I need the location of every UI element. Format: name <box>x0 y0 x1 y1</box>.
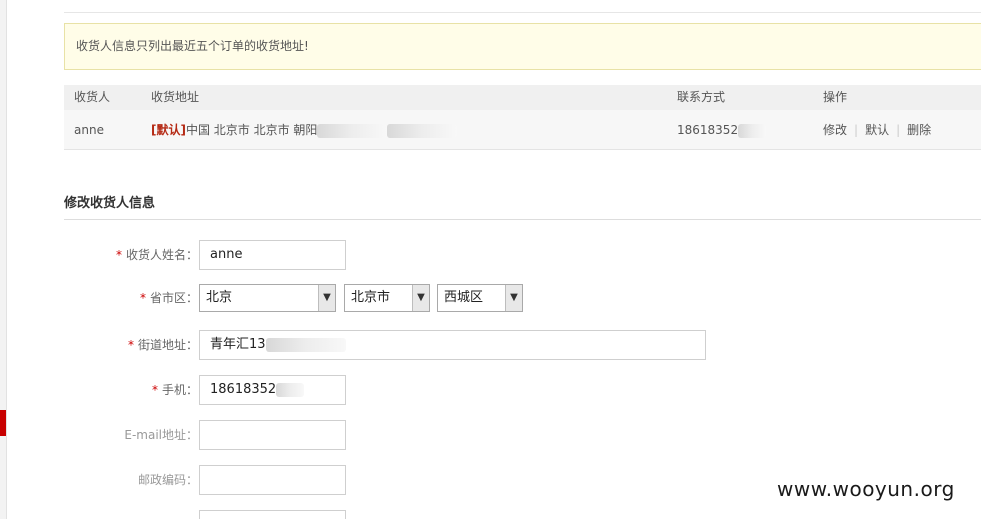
required-mark: * <box>115 248 122 262</box>
street-value: 青年汇13 <box>210 337 266 352</box>
mobile-label: * 手机： <box>152 375 198 405</box>
chevron-down-icon: ▼ <box>412 285 429 311</box>
table-row: anne [默认]中国 北京市 北京市 朝阳 18618352 修改 | 默认 | 删除 <box>64 110 981 150</box>
row-actions: 修改 | 默认 | 删除 <box>823 110 931 150</box>
mobile-label-text: 手机： <box>161 383 198 397</box>
header-receiver: 收货人 <box>74 90 111 104</box>
region-label: * 省市区： <box>140 283 198 313</box>
chevron-down-icon: ▼ <box>318 285 335 311</box>
name-label-text: 收货人姓名： <box>125 248 198 262</box>
email-input[interactable] <box>199 420 346 450</box>
province-select[interactable]: 北京 ▼ <box>199 284 336 312</box>
action-separator: | <box>854 123 859 137</box>
district-select[interactable]: 西城区 ▼ <box>437 284 523 312</box>
region-label-text: 省市区： <box>149 291 198 305</box>
rail-active-marker <box>0 410 6 436</box>
mobile-value: 18618352 <box>210 382 277 397</box>
left-rail <box>0 0 7 519</box>
row-address: [默认]中国 北京市 北京市 朝阳 <box>151 110 458 150</box>
next-field-input[interactable] <box>199 510 346 519</box>
city-select[interactable]: 北京市 ▼ <box>344 284 430 312</box>
chevron-down-icon: ▼ <box>505 285 522 311</box>
province-value: 北京 <box>206 290 233 305</box>
redacted-blur <box>265 337 346 352</box>
form-row-region: * 省市区： 北京 ▼ 北京市 ▼ 西城区 ▼ <box>64 282 764 312</box>
top-divider <box>64 12 981 13</box>
zip-label: 邮政编码： <box>137 473 198 487</box>
street-label: * 街道地址： <box>128 330 198 360</box>
required-mark: * <box>151 383 158 397</box>
redacted-blur <box>276 382 305 397</box>
form-row-name: * 收货人姓名： anne <box>64 240 764 270</box>
street-label-text: 街道地址： <box>137 338 198 352</box>
form-row-mobile: * 手机： 18618352 <box>64 375 764 405</box>
form-row-email: E-mail地址： <box>64 420 764 450</box>
receiver-name-input[interactable]: anne <box>199 240 346 270</box>
table-header: 收货人 收货地址 联系方式 操作 <box>64 85 981 110</box>
header-actions: 操作 <box>823 90 848 104</box>
district-value: 西城区 <box>444 290 484 305</box>
section-title: 修改收货人信息 <box>64 196 156 211</box>
action-separator: | <box>896 123 901 137</box>
edit-link[interactable]: 修改 <box>823 123 847 137</box>
zip-input[interactable] <box>199 465 346 495</box>
default-tag: [默认] <box>151 123 186 137</box>
redacted-blur <box>387 123 458 138</box>
row-address-text: 中国 北京市 北京市 朝阳 <box>185 123 318 137</box>
form-row-street: * 街道地址： 青年汇13 <box>64 330 764 360</box>
address-table: 收货人 收货地址 联系方式 操作 anne [默认]中国 北京市 北京市 朝阳 … <box>64 85 981 150</box>
redacted-blur <box>738 123 767 138</box>
row-receiver-name: anne <box>74 123 104 137</box>
delete-link[interactable]: 删除 <box>907 123 931 137</box>
notice-banner: 收货人信息只列出最近五个订单的收货地址! <box>64 23 981 70</box>
header-address: 收货地址 <box>151 90 200 104</box>
name-label: * 收货人姓名： <box>116 240 198 270</box>
section-divider <box>64 219 981 220</box>
required-mark: * <box>127 338 134 352</box>
form-row-zip: 邮政编码： <box>64 465 764 495</box>
city-value: 北京市 <box>351 290 391 305</box>
required-mark: * <box>139 291 146 305</box>
header-contact: 联系方式 <box>677 90 726 104</box>
watermark: www.wooyun.org <box>777 477 955 501</box>
redacted-blur <box>317 123 388 138</box>
street-address-input[interactable]: 青年汇13 <box>199 330 706 360</box>
row-phone-text: 18618352 <box>677 123 739 137</box>
form-row-partial <box>64 510 764 519</box>
row-phone: 18618352 <box>677 110 767 150</box>
email-label: E-mail地址： <box>124 428 198 442</box>
set-default-link[interactable]: 默认 <box>865 123 889 137</box>
mobile-input[interactable]: 18618352 <box>199 375 346 405</box>
